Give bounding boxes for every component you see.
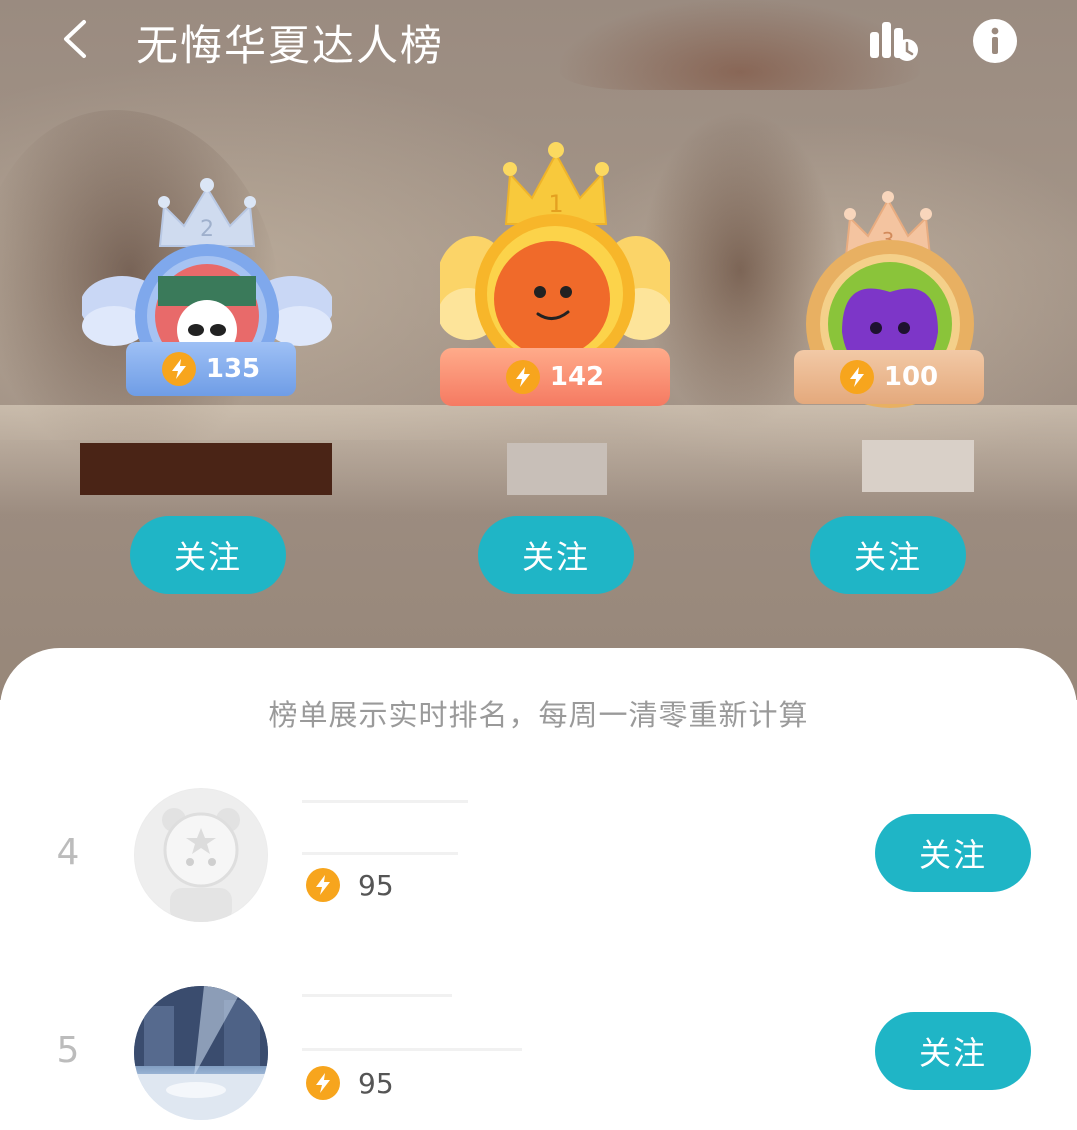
follow-button[interactable]: 关注	[478, 516, 634, 594]
score-value: 142	[549, 362, 605, 392]
list-item: 4 95 关注	[0, 780, 1077, 930]
lightning-icon	[505, 360, 540, 394]
avatar[interactable]	[134, 788, 268, 922]
info-icon	[973, 19, 1017, 63]
page-title: 无悔华夏达人榜	[136, 21, 445, 70]
follow-button[interactable]: 关注	[875, 1012, 1031, 1090]
avatar[interactable]	[134, 986, 268, 1120]
user-subtitle-masked	[302, 1048, 522, 1051]
follow-button[interactable]: 关注	[130, 516, 286, 594]
follow-button[interactable]: 关注	[810, 516, 966, 594]
score-value: 95	[358, 868, 394, 902]
rank-number: 4	[56, 832, 80, 873]
score: 95	[306, 868, 394, 902]
ranking-notice: 榜单展示实时排名，每周一清零重新计算	[268, 698, 809, 732]
top-bar: 无悔华夏达人榜	[0, 0, 1077, 90]
chevron-left-icon	[64, 20, 86, 58]
default-avatar-icon	[135, 789, 267, 922]
score: 95	[306, 1066, 394, 1100]
info-button[interactable]	[968, 14, 1022, 68]
follow-button[interactable]: 关注	[875, 814, 1031, 892]
username-masked	[80, 443, 332, 495]
score-value: 100	[883, 362, 939, 392]
podium-rank-3: 3 100	[784, 190, 994, 450]
score-value: 135	[205, 354, 261, 384]
lightning-icon	[306, 1066, 340, 1100]
lightning-icon	[306, 868, 340, 902]
username-masked	[302, 994, 452, 997]
stats-clock-icon	[870, 22, 918, 61]
score-value: 95	[358, 1066, 394, 1100]
user-subtitle-masked	[302, 852, 458, 855]
back-button[interactable]	[52, 14, 102, 64]
stats-button[interactable]	[866, 14, 920, 68]
photo-avatar-icon	[134, 986, 268, 1120]
lightning-icon	[161, 352, 196, 386]
rank-2-badge	[82, 244, 332, 388]
rank-number: 5	[56, 1030, 80, 1071]
podium-rank-1: 1 142	[440, 140, 670, 440]
score-ribbon: 142	[440, 348, 670, 406]
score-ribbon: 100	[794, 350, 984, 404]
score-ribbon: 135	[126, 342, 296, 396]
username-masked	[507, 443, 607, 495]
lightning-icon	[839, 360, 874, 394]
list-item: 5 95 关注	[0, 978, 1077, 1128]
username-masked	[302, 800, 468, 803]
username-masked	[862, 440, 974, 492]
